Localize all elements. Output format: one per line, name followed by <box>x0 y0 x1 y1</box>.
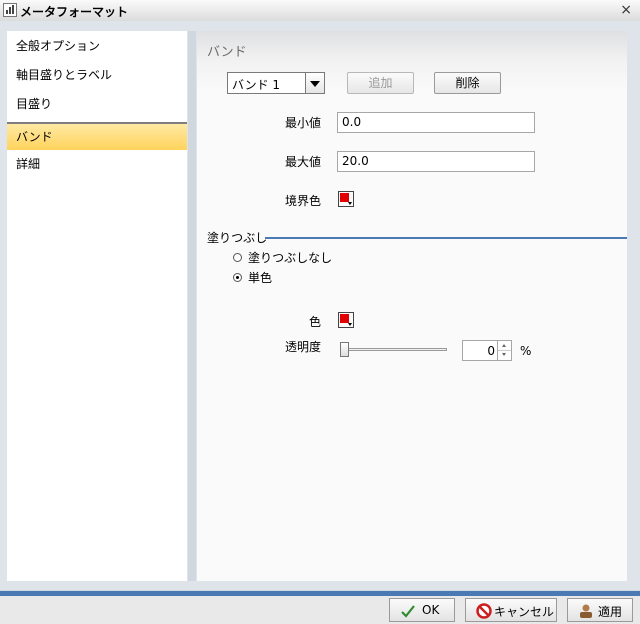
color-swatch-fill <box>340 193 349 202</box>
transparency-slider-track[interactable] <box>343 348 447 351</box>
percent-unit: % <box>520 344 532 358</box>
sidebar-item-details[interactable]: 詳細 <box>7 151 187 179</box>
transparency-label: 透明度 <box>284 340 321 354</box>
sidebar-item-label: 軸目盛りとラベル <box>16 68 113 82</box>
sidebar-item-label: 全般オプション <box>16 39 101 53</box>
add-band-button[interactable]: 追加 <box>347 72 414 94</box>
fill-section-title: 塗りつぶし <box>207 231 268 245</box>
sidebar-item-label: バンド <box>16 130 53 144</box>
title-bar: メータフォーマット × <box>0 0 640 22</box>
transparency-slider-thumb[interactable] <box>340 342 349 357</box>
user-stamp-icon <box>580 604 592 618</box>
ok-label: OK <box>422 603 440 617</box>
button-bar: OK キャンセル 適用 <box>0 596 640 624</box>
stepper-buttons <box>497 341 511 360</box>
transparency-stepper[interactable]: 0 <box>462 340 512 361</box>
sidebar-item-label: 目盛り <box>16 97 53 111</box>
max-value-label: 最大値 <box>284 155 321 169</box>
radio-label: 単色 <box>248 271 273 285</box>
color-swatch-fill <box>340 314 349 323</box>
splitter[interactable] <box>188 31 196 581</box>
section-divider <box>265 237 627 239</box>
radio-label: 塗りつぶしなし <box>248 251 333 265</box>
apply-button[interactable]: 適用 <box>567 598 633 622</box>
sidebar-item-label: 詳細 <box>16 157 41 171</box>
stepper-down-icon[interactable] <box>498 351 511 360</box>
no-entry-icon <box>476 603 492 619</box>
border-color-label: 境界色 <box>284 194 321 208</box>
cancel-button[interactable]: キャンセル <box>465 598 557 622</box>
transparency-value: 0 <box>487 344 495 358</box>
dropdown-arrow-icon <box>348 323 352 326</box>
chart-app-icon <box>3 3 17 17</box>
sidebar-item-general-options[interactable]: 全般オプション <box>7 33 187 61</box>
dialog-body: 全般オプション 軸目盛りとラベル 目盛り バンド 詳細 バンド バンド 1 追加… <box>0 21 640 590</box>
radio-button[interactable] <box>233 253 242 262</box>
border-color-picker[interactable] <box>338 191 354 207</box>
apply-label: 適用 <box>598 605 623 619</box>
sidebar-item-bands[interactable]: バンド <box>7 122 187 150</box>
chevron-down-icon[interactable] <box>305 73 324 93</box>
check-icon <box>401 605 415 618</box>
panel-header: バンド <box>207 45 247 60</box>
color-label: 色 <box>308 315 321 329</box>
sidebar-item-axis-labels[interactable]: 軸目盛りとラベル <box>7 62 187 90</box>
close-icon[interactable]: × <box>620 2 632 18</box>
band-panel: バンド バンド 1 追加 削除 最小値 0.0 最大値 20.0 境界色 塗りつ… <box>197 31 627 581</box>
band-select[interactable]: バンド 1 <box>227 72 325 94</box>
stepper-up-icon[interactable] <box>498 341 511 351</box>
sidebar: 全般オプション 軸目盛りとラベル 目盛り バンド 詳細 <box>7 31 187 581</box>
band-select-value: バンド 1 <box>232 78 281 92</box>
delete-band-button[interactable]: 削除 <box>434 72 501 94</box>
radio-button-checked[interactable] <box>233 273 242 282</box>
window-title: メータフォーマット <box>20 5 129 19</box>
fill-color-picker[interactable] <box>338 312 354 328</box>
cancel-label: キャンセル <box>494 605 555 619</box>
ok-button[interactable]: OK <box>389 598 455 622</box>
min-value-label: 最小値 <box>284 116 321 130</box>
sidebar-item-ticks[interactable]: 目盛り <box>7 91 187 119</box>
max-value-input[interactable]: 20.0 <box>337 151 535 172</box>
min-value-input[interactable]: 0.0 <box>337 112 535 133</box>
dropdown-arrow-icon <box>348 202 352 205</box>
